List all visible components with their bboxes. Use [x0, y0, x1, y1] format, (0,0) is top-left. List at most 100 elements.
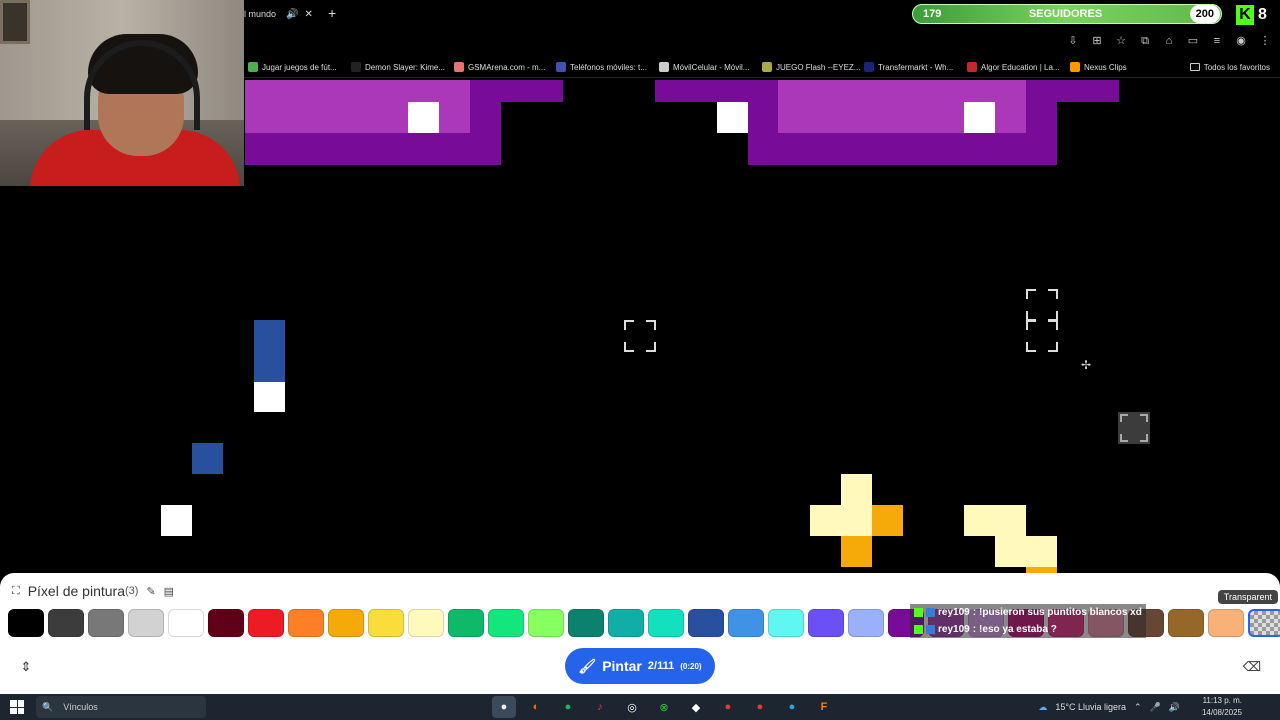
install-icon[interactable]: ⇩ [1066, 34, 1080, 48]
pixel-selection-marker[interactable] [1026, 289, 1058, 321]
pixel-block [995, 536, 1057, 567]
taskbar-search[interactable]: 🔍 Vínculos [36, 696, 206, 718]
color-swatch[interactable] [808, 609, 844, 637]
eraser-icon[interactable]: ⌫ [1234, 653, 1270, 681]
color-swatch[interactable] [728, 609, 764, 637]
bookmark[interactable]: MóvilCelular - Móvil... [659, 59, 749, 75]
all-bookmarks-button[interactable]: Todos los favoritos [1189, 59, 1270, 75]
bookmark[interactable]: JUEGO Flash --EYEZ... [762, 59, 860, 75]
paint-button[interactable]: 🖌 Pintar 2/111 (0:20) [565, 648, 715, 684]
pixel-block [470, 80, 563, 102]
system-clock[interactable]: 11:13 p. m. 14/08/2025 [1202, 695, 1242, 719]
color-swatch[interactable] [288, 609, 324, 637]
bookmark-label: Algor Education | La... [981, 62, 1060, 72]
chrome-profile2-app-icon[interactable]: ● [748, 696, 772, 718]
pixel-block [717, 102, 748, 133]
pixel-selection-marker[interactable] [1026, 320, 1058, 352]
pencil-icon[interactable]: ✎ [146, 585, 155, 598]
color-swatch[interactable] [528, 609, 564, 637]
tiktok-app-icon[interactable]: ♪ [588, 696, 612, 718]
color-swatch[interactable] [1208, 609, 1244, 637]
color-swatch[interactable] [368, 609, 404, 637]
color-swatch[interactable] [448, 609, 484, 637]
color-swatch[interactable] [648, 609, 684, 637]
translate-icon[interactable]: ⊞ [1090, 34, 1104, 48]
kick-counter: K 8 [1236, 4, 1280, 26]
color-swatch[interactable] [488, 609, 524, 637]
menu-lines-icon[interactable]: ≡ [1210, 34, 1224, 48]
pixel-selection-marker[interactable] [624, 320, 656, 352]
pixel-block [872, 505, 903, 536]
color-swatch[interactable] [1168, 609, 1204, 637]
streamer [30, 30, 240, 186]
edge-app-icon[interactable]: ● [780, 696, 804, 718]
pixel-block [748, 133, 1057, 165]
keyboard-icon[interactable]: ▤ [164, 585, 174, 598]
color-swatch[interactable] [128, 609, 164, 637]
bookmark[interactable]: Jugar juegos de fút... [248, 59, 337, 75]
chrome-profile-app-icon[interactable]: ● [716, 696, 740, 718]
color-swatch[interactable] [568, 609, 604, 637]
chrome-app-icon[interactable]: ● [492, 696, 516, 718]
profile-icon[interactable]: ◉ [1234, 34, 1248, 48]
f-app-icon[interactable]: F [812, 696, 836, 718]
user-badge-icon [926, 625, 935, 634]
color-swatch[interactable] [168, 609, 204, 637]
extensions-icon[interactable]: ⧉ [1138, 34, 1152, 48]
pixel-selection-marker[interactable] [1118, 412, 1150, 444]
bookmark[interactable]: Teléfonos móviles: t... [556, 59, 647, 75]
split-screen-icon[interactable]: ▭ [1186, 34, 1200, 48]
volume-icon[interactable]: 🔊 [1169, 702, 1180, 713]
followers-current: 179 [923, 8, 942, 20]
windows-start-icon[interactable] [10, 700, 24, 714]
color-swatch[interactable] [848, 609, 884, 637]
fullscreen-icon[interactable]: ⛶ [12, 585, 20, 598]
bookmark-label: Transfermarkt - Wh... [878, 62, 954, 72]
clock-time: 11:13 p. m. [1202, 696, 1242, 705]
star-icon[interactable]: ☆ [1114, 34, 1128, 48]
search-icon: 🔍 [42, 701, 54, 712]
chat-message: rey109: !pusieron sus puntitos blancos x… [910, 604, 1146, 621]
bookmark[interactable]: Nexus Clips [1070, 59, 1127, 75]
color-swatch[interactable] [768, 609, 804, 637]
xbox-app-icon[interactable]: ⊗ [652, 696, 676, 718]
mic-icon[interactable]: 🎤 [1150, 702, 1161, 713]
bookmark[interactable]: Algor Education | La... [967, 59, 1060, 75]
browser-tab[interactable]: l mundo 🔊 ✕ [244, 2, 324, 26]
color-swatch[interactable] [48, 609, 84, 637]
pixel-block [964, 505, 1026, 536]
color-swatch-transparent[interactable] [1248, 609, 1280, 637]
favicon-icon [659, 62, 669, 72]
tab-search-icon[interactable]: ⌂ [1162, 34, 1176, 48]
close-icon[interactable]: ✕ [304, 9, 312, 20]
color-swatch[interactable] [328, 609, 364, 637]
color-swatch[interactable] [208, 609, 244, 637]
color-swatch[interactable] [408, 609, 444, 637]
bookmark[interactable]: GSMArena.com - m... [454, 59, 545, 75]
color-swatch[interactable] [608, 609, 644, 637]
obs-app-icon[interactable]: ◎ [620, 696, 644, 718]
bookmark-label: Teléfonos móviles: t... [570, 62, 647, 72]
crunchyroll-app-icon[interactable]: ◐ [524, 696, 548, 718]
color-swatch[interactable] [688, 609, 724, 637]
new-tab-button[interactable]: + [328, 5, 336, 21]
spotify-app-icon[interactable]: ● [556, 696, 580, 718]
expand-icon[interactable]: ⇕ [8, 653, 44, 681]
transparent-tooltip: Transparent [1217, 590, 1278, 604]
system-tray: ☁ 15°C Lluvia ligera ⌃ 🎤 🔊 [1038, 696, 1180, 718]
speaker-icon[interactable]: 🔊 [286, 9, 298, 20]
clock-date: 14/08/2025 [1201, 708, 1242, 717]
bookmark[interactable]: Demon Slayer: Kime... [351, 59, 445, 75]
color-swatch[interactable] [88, 609, 124, 637]
bookmark-label: Nexus Clips [1084, 62, 1127, 72]
chevron-up-icon[interactable]: ⌃ [1134, 702, 1142, 713]
more-icon[interactable]: ⋮ [1258, 34, 1272, 48]
bookmark[interactable]: Transfermarkt - Wh... [864, 59, 953, 75]
kick-count: 8 [1258, 6, 1267, 23]
screen: ✢ l mundo 🔊 ✕ + ⇩ ⊞ ☆ ⧉ ⌂ ▭ ≡ ◉ ⋮ Jugar … [0, 0, 1280, 720]
color-swatch[interactable] [8, 609, 44, 637]
webcam-feed [0, 0, 244, 186]
roblox-app-icon[interactable]: ◆ [684, 696, 708, 718]
color-swatch[interactable] [248, 609, 284, 637]
bookmark-label: Demon Slayer: Kime... [365, 62, 446, 72]
